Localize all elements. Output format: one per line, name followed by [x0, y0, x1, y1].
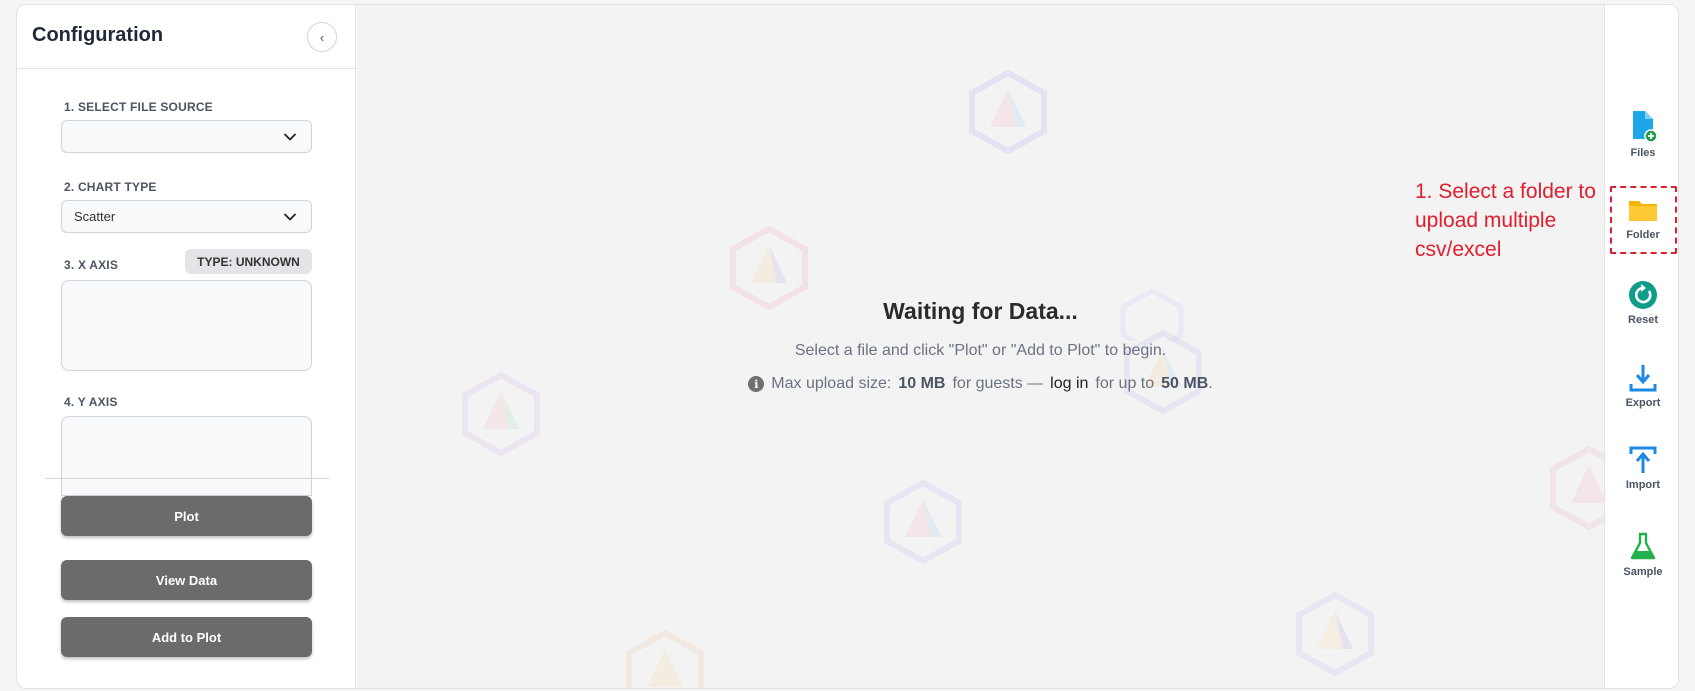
rail-import-label: Import — [1625, 479, 1661, 491]
collapse-panel-button[interactable]: ‹ — [307, 22, 337, 52]
rail-files-label: Files — [1630, 147, 1656, 159]
folder-annotation: 1. Select a folder to upload multiple cs… — [1415, 180, 1596, 261]
x-axis-type-badge: TYPE: UNKNOWN — [185, 249, 312, 274]
watermark-logo-icon — [626, 629, 704, 688]
rail-sample-button[interactable]: Sample — [1605, 532, 1678, 596]
chevron-down-icon — [284, 213, 296, 221]
config-header: Configuration ‹ — [17, 5, 355, 69]
y-axis-field[interactable] — [61, 416, 312, 496]
configuration-panel: Configuration ‹ 1. SELECT FILE SOURCE 2.… — [17, 5, 356, 688]
file-source-select[interactable] — [61, 120, 312, 153]
add-to-plot-button[interactable]: Add to Plot — [61, 617, 312, 657]
waiting-title: Waiting for Data... — [883, 298, 1078, 324]
chevron-down-icon — [284, 133, 296, 141]
reset-icon — [1629, 281, 1657, 309]
export-icon — [1629, 365, 1657, 392]
upload-note-end: . — [1208, 375, 1213, 392]
chart-type-select[interactable]: Scatter — [61, 200, 312, 233]
waiting-subtitle: Select a file and click "Plot" or "Add t… — [794, 342, 1167, 359]
rail-files-button[interactable]: Files — [1605, 109, 1678, 173]
upload-note-prefix: Max upload size: — [771, 375, 892, 392]
y-axis-label: 4. Y AXIS — [64, 395, 118, 409]
user-upload-size: 50 MB — [1161, 375, 1209, 392]
watermark-logo-icon — [1296, 591, 1374, 677]
rail-export-label: Export — [1625, 397, 1661, 409]
login-link[interactable]: log in — [1050, 375, 1088, 393]
rail-reset-button[interactable]: Reset — [1605, 280, 1678, 344]
rail-folder-button[interactable]: Folder — [1605, 195, 1678, 259]
watermark-logo-icon — [1550, 445, 1604, 531]
guest-upload-size: 10 MB — [898, 375, 946, 392]
upload-note-mid: for guests — — [952, 375, 1044, 392]
upload-note-suffix: for up to — [1095, 375, 1155, 392]
x-axis-label: 3. X AXIS — [64, 258, 119, 272]
chart-type-value: Scatter — [74, 209, 116, 224]
upload-size-note: i Max upload size: 10 MB for guests — lo… — [357, 375, 1604, 393]
x-axis-field[interactable] — [61, 280, 312, 371]
file-source-label: 1. SELECT FILE SOURCE — [64, 100, 213, 114]
rail-import-button[interactable]: Import — [1605, 445, 1678, 509]
app-window: Configuration ‹ 1. SELECT FILE SOURCE 2.… — [16, 4, 1679, 689]
watermark-logo-icon — [884, 479, 962, 565]
chart-type-label: 2. CHART TYPE — [64, 180, 157, 194]
panel-divider — [45, 478, 329, 479]
rail-export-button[interactable]: Export — [1605, 363, 1678, 427]
import-icon — [1629, 446, 1657, 473]
chevron-left-icon: ‹ — [319, 29, 325, 45]
plot-button[interactable]: Plot — [61, 496, 312, 536]
tool-rail: Files Folder Reset Export Import Sample — [1604, 5, 1678, 688]
info-icon: i — [748, 376, 765, 392]
plot-canvas: Waiting for Data... Select a file and cl… — [357, 5, 1604, 688]
watermark-logo-icon — [969, 69, 1047, 155]
flask-icon — [1630, 532, 1656, 560]
rail-folder-label: Folder — [1626, 229, 1660, 241]
rail-sample-label: Sample — [1623, 566, 1663, 578]
view-data-button[interactable]: View Data — [61, 560, 312, 600]
config-title: Configuration — [32, 24, 164, 46]
rail-reset-label: Reset — [1628, 314, 1658, 326]
folder-icon — [1629, 201, 1657, 221]
file-add-icon — [1633, 111, 1658, 143]
